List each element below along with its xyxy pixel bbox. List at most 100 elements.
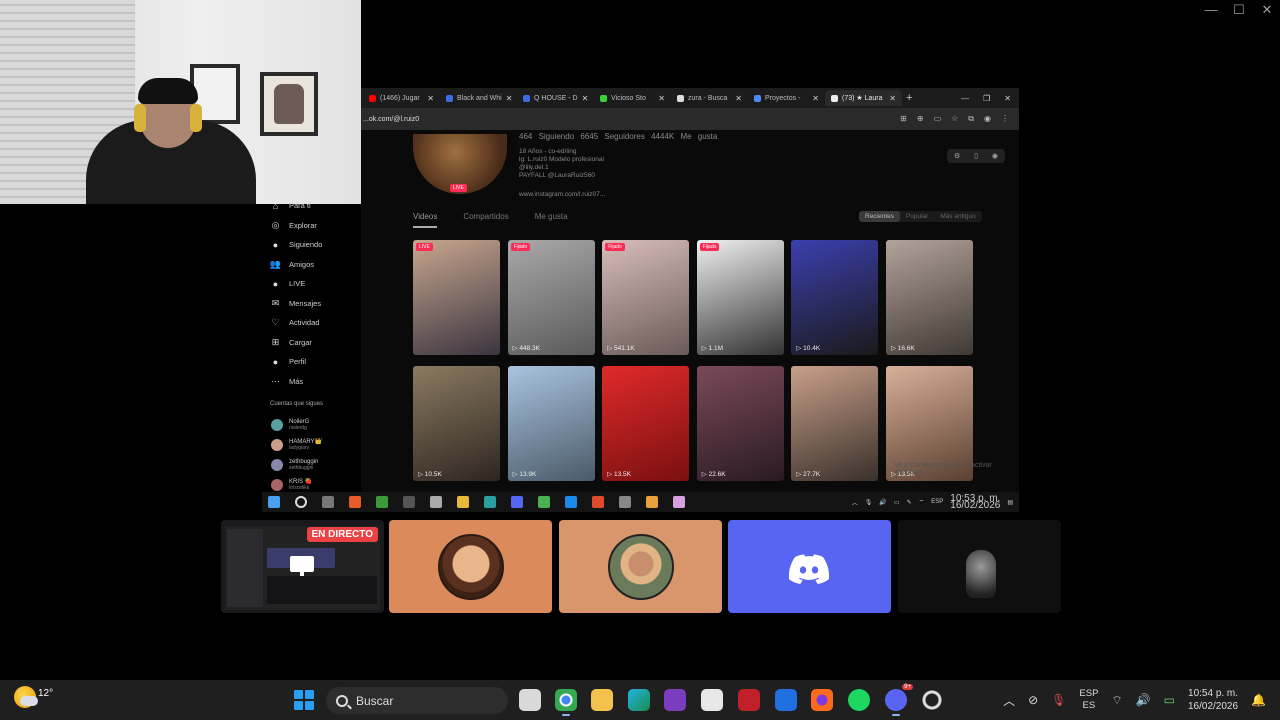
- browser-tab[interactable]: Q HOUSE - D ✕: [517, 90, 594, 106]
- settings-icon[interactable]: [403, 496, 415, 508]
- app-icon[interactable]: [376, 496, 388, 508]
- search-icon[interactable]: [295, 496, 307, 508]
- sidebar-item[interactable]: ··· Más: [262, 372, 360, 392]
- close-icon[interactable]: ✕: [1004, 94, 1011, 103]
- stream-tile[interactable]: EN DIRECTO: [221, 520, 384, 613]
- chrome-icon[interactable]: [555, 689, 577, 716]
- followed-account[interactable]: HAMARY👑 ladygiary: [262, 435, 360, 455]
- video-thumbnail[interactable]: ▷ 27.7K: [791, 366, 879, 481]
- minimize-icon[interactable]: —: [1204, 2, 1218, 18]
- minimize-icon[interactable]: —: [961, 94, 969, 103]
- sidebar-item[interactable]: ♡ Actividad: [262, 313, 360, 333]
- followed-account[interactable]: zethbuggin zethbuggin: [262, 455, 360, 475]
- close-tab-icon[interactable]: ✕: [812, 94, 819, 103]
- video-thumbnail[interactable]: ▷ 22.6K: [696, 366, 784, 481]
- chevron-up-icon[interactable]: ︿: [1003, 692, 1015, 709]
- sidebar-item[interactable]: ✉ Mensajes: [262, 294, 360, 314]
- bookmark-star-icon[interactable]: ☆: [951, 114, 958, 124]
- discord-icon[interactable]: [511, 496, 523, 508]
- close-tab-icon[interactable]: ✕: [658, 94, 665, 103]
- notification-icon[interactable]: ▤: [1007, 499, 1013, 506]
- store-icon[interactable]: [430, 496, 442, 508]
- tab-shared[interactable]: Compartidos: [463, 212, 508, 228]
- browser-tab[interactable]: (73) ★ Laura ✕: [825, 90, 902, 106]
- meet-now-off-icon[interactable]: ⊘: [1028, 693, 1038, 707]
- app-icon[interactable]: [484, 496, 496, 508]
- tab-videos[interactable]: Videos: [413, 212, 438, 228]
- sidebar-item[interactable]: ● Siguiendo: [262, 235, 360, 255]
- video-thumbnail[interactable]: ▷ 10.5K: [413, 366, 500, 481]
- close-tab-icon[interactable]: ✕: [427, 94, 434, 103]
- app-icon[interactable]: [619, 496, 631, 508]
- participant-tile[interactable]: [728, 520, 891, 613]
- task-view-icon[interactable]: [519, 689, 541, 711]
- extensions-icon[interactable]: ⧉: [968, 114, 974, 124]
- clock[interactable]: 10:54 p. m. 16/02/2026: [1188, 687, 1238, 713]
- close-tab-icon[interactable]: ✕: [582, 94, 589, 103]
- start-icon[interactable]: [268, 496, 280, 508]
- app-icon[interactable]: [673, 496, 685, 508]
- close-tab-icon[interactable]: ✕: [889, 94, 896, 103]
- search-box[interactable]: Buscar: [326, 687, 508, 714]
- onenote-icon[interactable]: [664, 689, 686, 711]
- restore-icon[interactable]: ❐: [983, 94, 990, 103]
- app-icon[interactable]: [565, 496, 577, 508]
- browser-tab[interactable]: (1466) Jugar ✕: [363, 90, 440, 106]
- video-thumbnail[interactable]: ▷ 16.6K: [885, 240, 973, 355]
- pen-icon[interactable]: ✎: [907, 499, 912, 506]
- browser-tab[interactable]: Vicioso Sto ✕: [594, 90, 671, 106]
- notification-bell-icon[interactable]: 🔔: [1251, 693, 1266, 707]
- sidebar-item[interactable]: ⊞ Cargar: [262, 333, 360, 353]
- video-thumbnail[interactable]: Fijado ▷ 541.1K: [602, 240, 690, 355]
- battery-icon[interactable]: ▭: [1164, 693, 1175, 707]
- participant-tile[interactable]: [389, 520, 552, 613]
- maximize-icon[interactable]: ☐: [1232, 2, 1246, 18]
- app-icon[interactable]: [349, 496, 361, 508]
- browser-tab[interactable]: Black and Whi ✕: [440, 90, 517, 106]
- discord-icon[interactable]: 9+: [885, 684, 913, 716]
- store-icon[interactable]: [701, 689, 723, 711]
- menu-kebab-icon[interactable]: ⋮: [1001, 114, 1009, 124]
- chevron-up-icon[interactable]: ︿: [852, 498, 858, 507]
- video-thumbnail[interactable]: LIVE: [413, 240, 500, 355]
- participant-tile[interactable]: [898, 520, 1061, 613]
- cast-icon[interactable]: ▭: [934, 114, 942, 124]
- file-explorer-icon[interactable]: [591, 689, 613, 711]
- start-button[interactable]: [294, 690, 314, 710]
- sidebar-item[interactable]: ● Perfil: [262, 352, 360, 372]
- tab-likes[interactable]: Me gusta: [535, 212, 568, 228]
- mic-icon[interactable]: 🎙: [1051, 693, 1066, 707]
- video-thumbnail[interactable]: ▷ 13.9K: [507, 366, 595, 481]
- translate-icon[interactable]: ⊞: [900, 114, 907, 124]
- volume-icon[interactable]: 🔊: [879, 499, 886, 506]
- followed-account[interactable]: NoilerG noilerdg: [262, 415, 360, 435]
- settings-icon[interactable]: ⚙: [954, 152, 960, 160]
- task-view-icon[interactable]: [322, 496, 334, 508]
- avatar-icon[interactable]: ◉: [992, 152, 998, 160]
- obs-icon[interactable]: [921, 689, 943, 711]
- sidebar-item[interactable]: ⌂ Para ti: [262, 196, 360, 216]
- url-field[interactable]: ...ok.com/@l.ruiz0: [363, 116, 419, 123]
- spotify-icon[interactable]: [848, 689, 870, 711]
- firefox-icon[interactable]: [811, 689, 833, 711]
- video-thumbnail[interactable]: Fijado ▷ 1.1M: [696, 240, 784, 355]
- zoom-icon[interactable]: ⊕: [917, 114, 924, 124]
- browser-tab[interactable]: zura - Busca ✕: [671, 90, 748, 106]
- mic-icon[interactable]: 🎙: [865, 499, 873, 506]
- sort-popular[interactable]: Popular: [900, 211, 934, 222]
- sort-recent[interactable]: Recientes: [859, 211, 900, 222]
- edge-icon[interactable]: [628, 689, 650, 711]
- sidebar-item[interactable]: ● LIVE: [262, 274, 360, 294]
- profile-link[interactable]: www.instagram.com/l.ruiz07...: [519, 191, 605, 198]
- dropbox-icon[interactable]: [775, 689, 797, 711]
- network-icon[interactable]: ▭: [894, 499, 900, 506]
- close-icon[interactable]: ✕: [1260, 2, 1274, 18]
- close-tab-icon[interactable]: ✕: [506, 94, 513, 103]
- video-thumbnail[interactable]: ▷ 13.5K: [602, 366, 690, 481]
- participant-tile[interactable]: [559, 520, 722, 613]
- sidebar-item[interactable]: ◎ Explorar: [262, 216, 360, 236]
- new-tab-icon[interactable]: +: [906, 92, 912, 104]
- volume-icon[interactable]: 🔊: [1136, 693, 1151, 707]
- clock[interactable]: 10:53 p. m. 16/02/2026: [950, 494, 1000, 511]
- video-thumbnail[interactable]: Fijado ▷ 448.3K: [507, 240, 595, 355]
